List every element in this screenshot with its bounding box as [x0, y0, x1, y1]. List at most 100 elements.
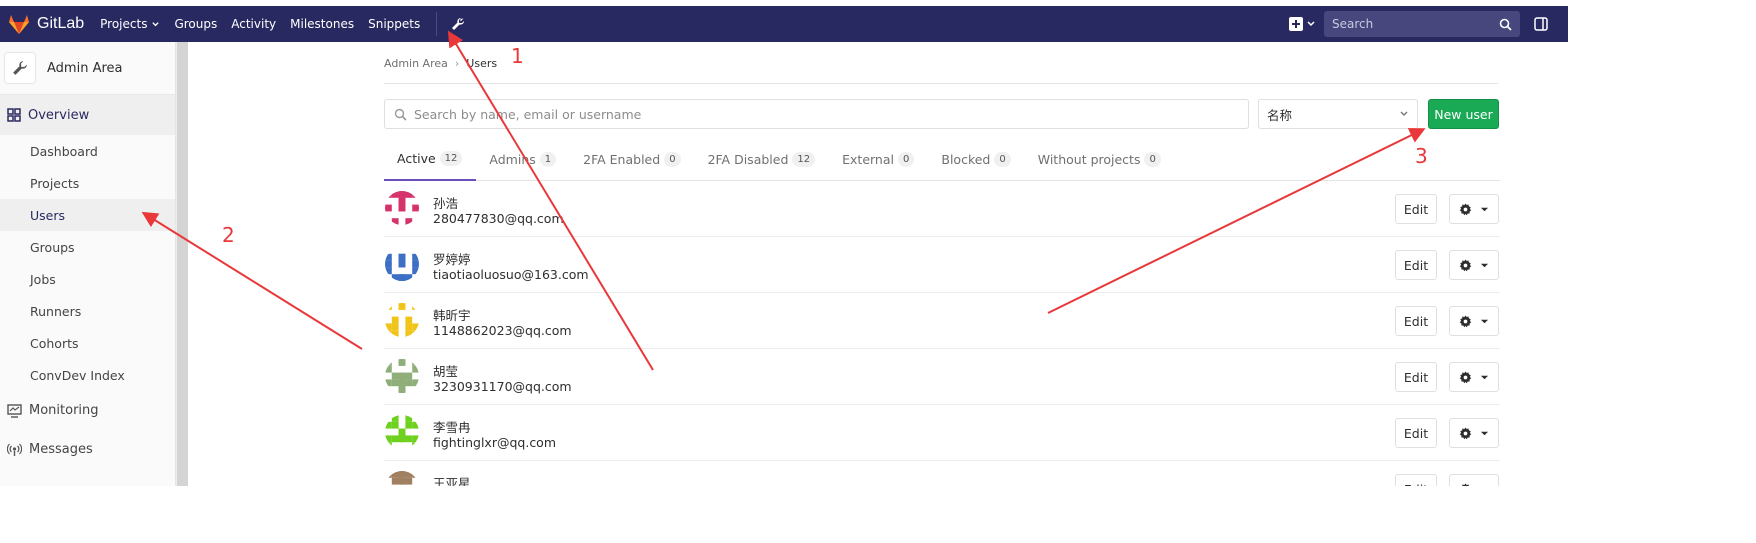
user-avatar[interactable] [385, 471, 419, 486]
edit-user-button[interactable]: Edit [1395, 194, 1437, 224]
user-name-link[interactable]: 韩昕宇 [433, 305, 471, 324]
breadcrumb-admin-area-link[interactable]: Admin Area [384, 57, 448, 70]
sidebar-title: Admin Area [47, 60, 123, 76]
sidebar-item-groups[interactable]: Groups [0, 231, 175, 263]
sidebar-item-projects[interactable]: Projects [0, 167, 175, 199]
nav-link-activity[interactable]: Activity [231, 17, 276, 31]
sidebar-item-messages[interactable]: Messages [0, 430, 175, 469]
todo-panel-icon[interactable] [1534, 17, 1548, 31]
tab-2fa-disabled[interactable]: 2FA Disabled 12 [695, 138, 830, 181]
user-settings-dropdown[interactable] [1449, 194, 1499, 224]
sidebar-header[interactable]: Admin Area [0, 42, 175, 95]
nav-link-label: Projects [100, 17, 148, 31]
user-name-link[interactable]: 王亚星 [433, 473, 471, 486]
sidebar-item-label: Overview [28, 107, 90, 123]
sidebar-item-monitoring[interactable]: Monitoring [0, 391, 175, 430]
user-filter-tabs: Active 12 Admins 1 2FA Enabled 0 2FA Disabled 1… [384, 138, 1500, 181]
sidebar-item-label: Messages [29, 442, 93, 457]
sidebar-item-runners[interactable]: Runners [0, 295, 175, 327]
caret-down-icon [1480, 485, 1489, 487]
user-row: 孙浩 280477830@qq.com Edit [384, 181, 1500, 237]
chevron-down-icon [1307, 21, 1315, 27]
user-row: 胡莹 3230931170@qq.com Edit [384, 349, 1500, 405]
tab-admins[interactable]: Admins 1 [476, 138, 570, 181]
sidebar-item-jobs[interactable]: Jobs [0, 263, 175, 295]
user-name-link[interactable]: 胡莹 [433, 361, 458, 380]
page: GitLab Projects Groups Activity Milestones S… [0, 0, 1568, 486]
tab-label: External [842, 152, 894, 167]
count-badge: 12 [792, 152, 816, 167]
new-user-button[interactable]: New user [1428, 99, 1499, 129]
user-email: fightinglxr@qq.com [433, 435, 557, 450]
sidebar-subitems: Dashboard Projects Users Groups Jobs Runners C… [0, 135, 175, 391]
user-email: tiaotiaoluosuo@163.com [433, 267, 589, 282]
user-email: 1148862023@qq.com [433, 323, 572, 338]
sidebar-item-dashboard[interactable]: Dashboard [0, 135, 175, 167]
user-settings-dropdown[interactable] [1449, 362, 1499, 392]
sidebar-scrollbar[interactable] [176, 42, 188, 486]
tab-external[interactable]: External 0 [829, 138, 928, 181]
tab-2fa-enabled[interactable]: 2FA Enabled 0 [570, 138, 694, 181]
user-name-link[interactable]: 孙浩 [433, 193, 458, 212]
grid-icon [7, 108, 21, 122]
nav-link-milestones[interactable]: Milestones [290, 17, 354, 31]
breadcrumb-current[interactable]: Users [466, 57, 497, 70]
wrench-icon [13, 61, 27, 75]
global-search-input[interactable]: Search [1324, 11, 1520, 37]
tab-without-projects[interactable]: Without projects 0 [1025, 138, 1175, 181]
nav-link-label: Groups [174, 17, 218, 31]
nav-link-label: Snippets [368, 17, 421, 31]
tab-blocked[interactable]: Blocked 0 [928, 138, 1024, 181]
user-avatar[interactable] [385, 359, 419, 393]
count-badge: 0 [898, 152, 915, 167]
sidebar-item-convdev-index[interactable]: ConvDev Index [0, 359, 175, 391]
user-row: 罗婷婷 tiaotiaoluosuo@163.com Edit [384, 237, 1500, 293]
user-name-link[interactable]: 李雪冉 [433, 417, 471, 436]
caret-down-icon [1480, 375, 1489, 379]
sidebar-item-label: Monitoring [29, 403, 99, 418]
edit-user-button[interactable]: Edit [1395, 474, 1437, 486]
sidebar-item-users[interactable]: Users [0, 199, 175, 231]
edit-user-button[interactable]: Edit [1395, 250, 1437, 280]
edit-user-button[interactable]: Edit [1395, 362, 1437, 392]
user-avatar[interactable] [385, 415, 419, 449]
user-settings-dropdown[interactable] [1449, 306, 1499, 336]
edit-user-button[interactable]: Edit [1395, 418, 1437, 448]
user-avatar[interactable] [385, 303, 419, 337]
monitor-icon [7, 403, 22, 418]
user-avatar[interactable] [385, 247, 419, 281]
users-list: 孙浩 280477830@qq.com Edit 罗婷婷 tiaotiaoluosuo@… [384, 181, 1500, 486]
user-settings-dropdown[interactable] [1449, 250, 1499, 280]
nav-link-groups[interactable]: Groups [174, 17, 217, 31]
user-avatar[interactable] [385, 191, 419, 225]
sidebar-item-overview[interactable]: Overview [0, 95, 175, 135]
tab-label: Active [397, 151, 436, 166]
sort-dropdown[interactable]: 名称 [1258, 99, 1418, 129]
nav-link-snippets[interactable]: Snippets [368, 17, 420, 31]
chevron-right-icon: › [454, 57, 460, 70]
breadcrumb-divider [384, 83, 1498, 84]
brand-name: GitLab [37, 15, 85, 32]
user-settings-dropdown[interactable] [1449, 474, 1499, 486]
gitlab-logo-icon [9, 14, 29, 34]
gitlab-home-link[interactable]: GitLab [9, 14, 85, 34]
plus-square-icon [1289, 17, 1303, 31]
nav-links: Projects Groups Activity Milestones Snippets [100, 17, 434, 31]
search-icon [1499, 18, 1512, 31]
tab-active[interactable]: Active 12 [384, 138, 477, 181]
count-badge: 0 [664, 152, 681, 167]
broadcast-icon [7, 443, 22, 456]
tab-label: Without projects [1037, 152, 1141, 167]
user-name-link[interactable]: 罗婷婷 [433, 249, 471, 268]
edit-user-button[interactable]: Edit [1395, 306, 1437, 336]
new-dropdown-button[interactable] [1289, 17, 1316, 31]
gear-icon [1461, 482, 1470, 486]
wrench-icon[interactable] [451, 17, 465, 31]
user-settings-dropdown[interactable] [1449, 418, 1499, 448]
nav-link-projects[interactable]: Projects [100, 17, 160, 31]
sidebar-item-cohorts[interactable]: Cohorts [0, 327, 175, 359]
nav-divider [436, 12, 438, 36]
user-search-input[interactable]: Search by name, email or username [384, 99, 1249, 129]
tab-label: Blocked [941, 152, 991, 167]
admin-avatar [4, 52, 36, 84]
